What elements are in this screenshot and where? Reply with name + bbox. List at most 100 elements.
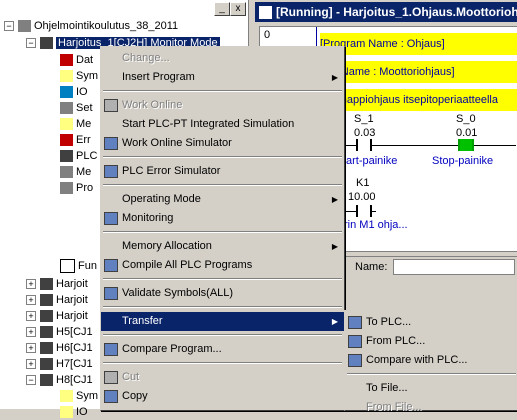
tree-child-item[interactable]: Sym: [60, 68, 98, 84]
menu-item-label: From File...: [366, 401, 422, 413]
tree-sibling-item[interactable]: + Harjoit: [26, 276, 88, 292]
menu-separator: [103, 278, 342, 280]
menu-item-transfer[interactable]: Transfer ▶: [101, 312, 344, 331]
expand-icon[interactable]: +: [26, 295, 36, 306]
to-plc-icon: [348, 316, 362, 329]
function-icon: [60, 259, 75, 274]
node-icon: [60, 134, 73, 147]
menu-separator: [103, 231, 342, 233]
tree-func-node[interactable]: Fun: [60, 258, 97, 274]
tree-child-item[interactable]: Err: [60, 132, 91, 148]
menu-item-work-online-simulator[interactable]: Work Online Simulator: [101, 134, 344, 153]
menu-item-operating-mode[interactable]: Operating Mode ▶: [101, 190, 344, 209]
menu-item-copy[interactable]: Copy: [101, 387, 344, 406]
tree-child-item[interactable]: Pro: [60, 180, 93, 196]
collapse-icon[interactable]: −: [26, 38, 36, 49]
compare-icon: [104, 343, 118, 356]
menu-item-insert-program[interactable]: Insert Program ▶: [101, 68, 344, 87]
plc-icon: [40, 294, 53, 307]
expand-icon[interactable]: +: [26, 311, 36, 322]
contact-s0-label: Stop-painike: [432, 155, 494, 167]
validate-icon: [104, 287, 118, 300]
tree-sibling-item[interactable]: + Harjoit: [26, 292, 88, 308]
simulator-icon: [104, 137, 118, 150]
tree-child-item[interactable]: Me: [60, 116, 91, 132]
tree-child-item[interactable]: Dat: [60, 52, 93, 68]
contact-s0[interactable]: [458, 139, 474, 151]
tree-root[interactable]: − Ohjelmointikoulutus_38_2011: [4, 18, 178, 34]
menu-item-label: From PLC...: [366, 335, 426, 347]
tree-sibling-item[interactable]: − H8[CJ1: [26, 372, 93, 388]
menu-item-to-file[interactable]: To File...: [345, 379, 517, 398]
menu-separator: [347, 373, 516, 375]
tree-child-item[interactable]: IO: [60, 84, 88, 100]
tree-sibling-item[interactable]: + H6[CJ1: [26, 340, 93, 356]
menu-item-monitoring[interactable]: Monitoring: [101, 209, 344, 228]
node-icon: [60, 406, 73, 419]
menu-item-label: Compare with PLC...: [366, 354, 468, 366]
menu-item-label: Compare Program...: [122, 343, 222, 355]
minimize-button[interactable]: _: [214, 2, 230, 16]
contact-s0-value: 0.01: [456, 127, 478, 139]
menu-item-label: Validate Symbols(ALL): [122, 287, 234, 299]
window-icon: [259, 6, 272, 20]
menu-item-from-plc[interactable]: From PLC...: [345, 332, 517, 351]
tree-sub-item[interactable]: Sym: [60, 388, 98, 404]
menu-item-compare-program[interactable]: Compare Program...: [101, 340, 344, 359]
expand-icon[interactable]: −: [26, 375, 36, 386]
menu-item-label: Monitoring: [122, 212, 174, 224]
copy-icon: [104, 390, 118, 403]
plug-icon: [104, 99, 118, 112]
transfer-submenu[interactable]: To PLC... From PLC... Compare with PLC... T…: [344, 310, 517, 413]
rung-number: 0: [264, 29, 271, 41]
node-icon: [60, 86, 73, 99]
node-icon: [60, 182, 73, 195]
contact-s1-value: 0.03: [354, 127, 376, 139]
node-icon: [60, 102, 73, 115]
contact-s1-addr: S_1: [354, 113, 374, 125]
tree-sibling-item[interactable]: + Harjoit: [26, 308, 88, 324]
contact-k1-label: rin M1 ohja...: [344, 219, 408, 231]
tree-sibling-label: H6[CJ1: [56, 342, 93, 354]
scissors-icon: [104, 371, 118, 384]
menu-item-compile-all-plc-programs[interactable]: Compile All PLC Programs: [101, 256, 344, 275]
submenu-arrow-icon: ▶: [331, 317, 338, 326]
tree-sibling-item[interactable]: + H5[CJ1: [26, 324, 93, 340]
tree-sub-label: Sym: [76, 390, 98, 402]
node-icon: [60, 70, 73, 83]
menu-item-label: Work Online: [122, 99, 183, 111]
expand-icon[interactable]: +: [26, 359, 36, 370]
plc-icon: [40, 310, 53, 323]
tree-sibling-item[interactable]: + H7[CJ1: [26, 356, 93, 372]
ladder-title: [Running] - Harjoitus_1.Ohjaus.Moottorio…: [276, 5, 517, 19]
expand-icon[interactable]: +: [26, 343, 36, 354]
contact-s1[interactable]: [356, 139, 372, 151]
menu-item-label: Copy: [122, 390, 148, 402]
close-button[interactable]: x: [230, 2, 246, 16]
tree-child-label: Set: [76, 102, 93, 114]
menu-item-memory-allocation[interactable]: Memory Allocation ▶: [101, 237, 344, 256]
collapse-icon[interactable]: −: [4, 21, 14, 32]
menu-item-label: To PLC...: [366, 316, 412, 328]
menu-item-plc-error-simulator[interactable]: PLC Error Simulator: [101, 162, 344, 181]
tree-child-item[interactable]: Me: [60, 164, 91, 180]
menu-item-label: Work Online Simulator: [122, 137, 232, 149]
tree-sub-item[interactable]: IO: [60, 404, 88, 420]
tree-child-item[interactable]: PLC: [60, 148, 97, 164]
menu-item-compare-with-plc[interactable]: Compare with PLC...: [345, 351, 517, 370]
menu-item-validate-symbols-all[interactable]: Validate Symbols(ALL): [101, 284, 344, 303]
node-icon: [60, 166, 73, 179]
tree-child-item[interactable]: Set: [60, 100, 93, 116]
contact-k1[interactable]: [356, 205, 372, 217]
node-icon: [60, 118, 73, 131]
plc-icon: [40, 278, 53, 291]
name-input[interactable]: [393, 259, 515, 275]
menu-item-to-plc[interactable]: To PLC...: [345, 313, 517, 332]
program-name: [Program Name : Ohjaus]: [320, 33, 517, 55]
menu-separator: [103, 306, 342, 308]
menu-item-work-online: Work Online: [101, 96, 344, 115]
expand-icon[interactable]: +: [26, 279, 36, 290]
menu-item-start-plc-pt-integrated-simulation[interactable]: Start PLC-PT Integrated Simulation: [101, 115, 344, 134]
context-menu[interactable]: Change... Insert Program ▶ Work Online Start…: [100, 46, 345, 411]
expand-icon[interactable]: +: [26, 327, 36, 338]
